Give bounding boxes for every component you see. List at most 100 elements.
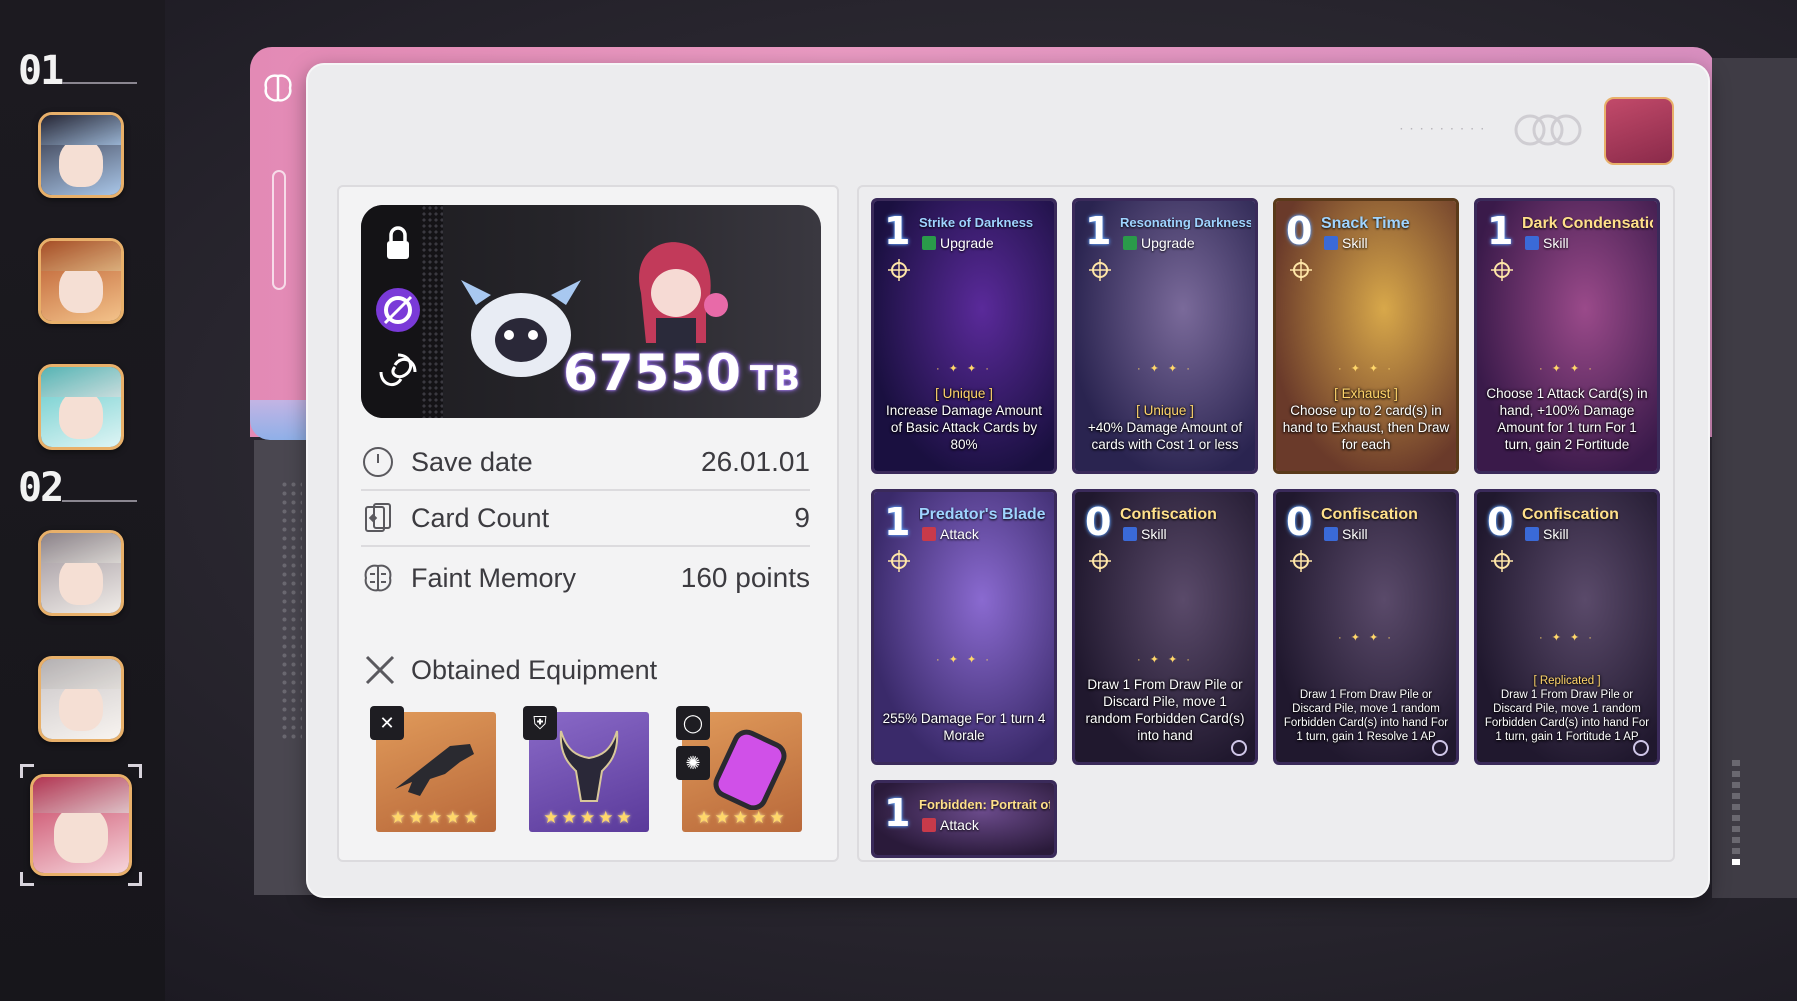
card-type: Attack — [922, 526, 979, 542]
card-cost: 0 — [1286, 500, 1313, 544]
card-keyword: [ Replicated ] — [1533, 675, 1601, 687]
skill-type-icon — [1525, 527, 1539, 541]
crosshair-icon — [1491, 259, 1513, 281]
card-effect-text: Increase Damage Amount of Basic Attack C… — [885, 403, 1043, 452]
card-cost: 1 — [884, 791, 911, 835]
card-type-label: Attack — [940, 817, 979, 833]
character-avatar-3[interactable] — [38, 364, 124, 450]
skill-type-icon — [1123, 527, 1137, 541]
character-avatar-1[interactable] — [38, 112, 124, 198]
card-confiscation[interactable]: 0 Confiscation Skill [ Replicated ] Draw 1 F… — [1474, 489, 1660, 765]
card-confiscation[interactable]: 0 Confiscation Skill Draw 1 From Draw Pile … — [1072, 489, 1258, 765]
card-confiscation[interactable]: 0 Confiscation Skill Draw 1 From Draw Pile … — [1273, 489, 1459, 765]
faint-memory-row: Faint Memory 160 points — [361, 550, 810, 606]
character-avatar-6-selected[interactable] — [30, 774, 132, 876]
card-name: Predator's Blade — [919, 506, 1046, 523]
card-name: Snack Time — [1321, 215, 1410, 232]
sparkle-divider: · ✦ ✦ · — [1539, 363, 1595, 375]
swirl-icon: ✺ — [676, 746, 710, 780]
card-description: [ Replicated ] Draw 1 From Draw Pile or D… — [1483, 674, 1651, 744]
card-name: Strike of Darkness — [919, 215, 1034, 230]
card-icon — [365, 503, 391, 532]
card-effect-text: Draw 1 From Draw Pile or Discard Pile, m… — [1484, 689, 1650, 743]
group-label-2: 02 — [18, 465, 64, 511]
lock-icon[interactable] — [371, 217, 425, 271]
score-number: 67550 — [562, 344, 742, 402]
card-name: Forbidden: Portrait of Fury — [919, 797, 1050, 812]
equipment-title: Obtained Equipment — [411, 654, 658, 685]
skill-type-icon — [1324, 236, 1338, 250]
character-avatar-4[interactable] — [38, 530, 124, 616]
crosshair-icon — [888, 259, 910, 281]
card-type: Skill — [1525, 526, 1569, 542]
card-type: Upgrade — [922, 235, 994, 251]
card-dark-condensation[interactable]: 1 Dark Condensation Skill Choose 1 Attack C… — [1474, 198, 1660, 474]
card-name: Dark Condensation — [1522, 215, 1653, 232]
card-type-label: Skill — [1342, 526, 1368, 542]
card-snack-time[interactable]: 0 Snack Time Skill [ Exhaust ] Choose up to … — [1273, 198, 1459, 474]
star-rating: ★★★★★ — [390, 808, 482, 827]
skill-type-icon — [1525, 236, 1539, 250]
card-type-label: Skill — [1342, 235, 1368, 251]
card-description: Draw 1 From Draw Pile or Discard Pile, m… — [1081, 676, 1249, 744]
character-avatar-5[interactable] — [38, 656, 124, 742]
crosshair-icon — [1491, 550, 1513, 572]
card-predator-s-blade[interactable]: 1 Predator's Blade Attack 255% Damage For 1… — [871, 489, 1057, 765]
equipment-item-rifle[interactable]: ✕ ★★★★★ — [370, 706, 496, 832]
star-rating: ★★★★★ — [543, 808, 635, 827]
card-resonating-darkness[interactable]: 1 Resonating Darkness Upgrade [ Unique ] +40… — [1072, 198, 1258, 474]
card-type: Skill — [1324, 526, 1368, 542]
card-effect-text: 255% Damage For 1 turn 4 Morale — [882, 711, 1046, 743]
save-date-value: 26.01.01 — [701, 446, 810, 477]
card-cost: 0 — [1085, 500, 1112, 544]
selection-corner — [128, 872, 142, 886]
card-keyword: [ Unique ] — [935, 386, 993, 401]
group-label-1: 01 — [18, 48, 64, 94]
swirl-icon — [379, 353, 417, 387]
group-divider — [62, 500, 137, 502]
panel-decoration-text: · · · · · · · · · — [1400, 124, 1487, 135]
attack-type-icon — [922, 818, 936, 832]
card-effect-text: Draw 1 From Draw Pile or Discard Pile, m… — [1085, 677, 1245, 743]
attack-type-icon — [922, 527, 936, 541]
card-type-label: Upgrade — [1141, 235, 1195, 251]
scroll-indicator[interactable] — [1732, 760, 1740, 880]
save-date-row: Save date 26.01.01 — [361, 435, 810, 491]
card-type: Attack — [922, 817, 979, 833]
equipment-item-canister[interactable]: ◯ ✺ ★★★★★ — [676, 706, 802, 832]
equipment-item-helm[interactable]: ⛨ ★★★★★ — [523, 706, 649, 832]
card-cost: 1 — [1085, 209, 1112, 253]
decorative-dots — [280, 480, 302, 740]
sparkle-divider: · ✦ ✦ · — [1137, 363, 1193, 375]
card-strike-of-darkness[interactable]: 1 Strike of Darkness Upgrade [ Unique ] Incr… — [871, 198, 1057, 474]
selection-corner — [20, 764, 34, 778]
upgrade-type-icon — [1123, 236, 1137, 250]
current-character-avatar — [1604, 97, 1674, 165]
card-cost: 1 — [884, 209, 911, 253]
card-name: Resonating Darkness — [1120, 215, 1251, 230]
card-forbidden-portrait-of-fury[interactable]: 1 Forbidden: Portrait of Fury Attack — [871, 780, 1057, 858]
card-type: Upgrade — [1123, 235, 1195, 251]
card-count-row: Card Count 9 — [361, 491, 810, 547]
card-effect-text: Draw 1 From Draw Pile or Discard Pile, m… — [1283, 689, 1449, 743]
card-type-label: Attack — [940, 526, 979, 542]
card-count-label: Card Count — [411, 502, 550, 533]
character-sidebar: 01 02 — [0, 0, 165, 1001]
score-unit: TB — [749, 359, 801, 399]
card-type-label: Skill — [1141, 526, 1167, 542]
swirl-icon — [1432, 740, 1448, 756]
character-avatar-2[interactable] — [38, 238, 124, 324]
card-type-label: Upgrade — [940, 235, 994, 251]
save-date-label: Save date — [411, 446, 533, 477]
card-description: [ Unique ] Increase Damage Amount of Basi… — [880, 385, 1048, 453]
vertical-label — [272, 170, 286, 290]
panel-backdrop-gradient — [250, 400, 310, 440]
card-effect-text: Choose 1 Attack Card(s) in hand, +100% D… — [1486, 386, 1648, 452]
card-description: Draw 1 From Draw Pile or Discard Pile, m… — [1282, 688, 1450, 744]
canister-icon — [713, 729, 787, 810]
card-type: Skill — [1324, 235, 1368, 251]
star-rating: ★★★★★ — [696, 808, 788, 827]
group-divider — [62, 82, 137, 84]
swords-icon — [365, 655, 395, 685]
card-count-value: 9 — [794, 502, 810, 533]
